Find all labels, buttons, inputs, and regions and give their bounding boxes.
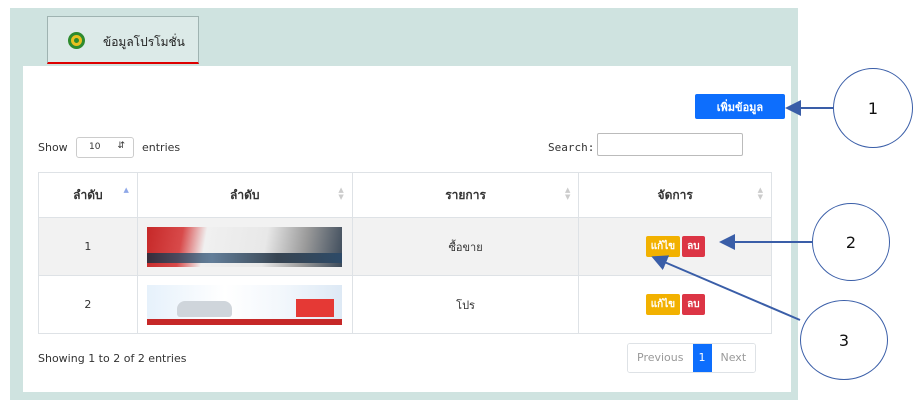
- callout-1: 1: [833, 68, 913, 148]
- screenshot-stage: ข้อมูลโปรโมชั่น เพิ่มข้อมูล Show 10 ⇵ en…: [0, 0, 916, 409]
- callout-3: 3: [800, 300, 888, 380]
- callout-2: 2: [812, 203, 890, 281]
- annotation-arrows: [651, 100, 833, 321]
- callout-3-arrow: [651, 255, 801, 321]
